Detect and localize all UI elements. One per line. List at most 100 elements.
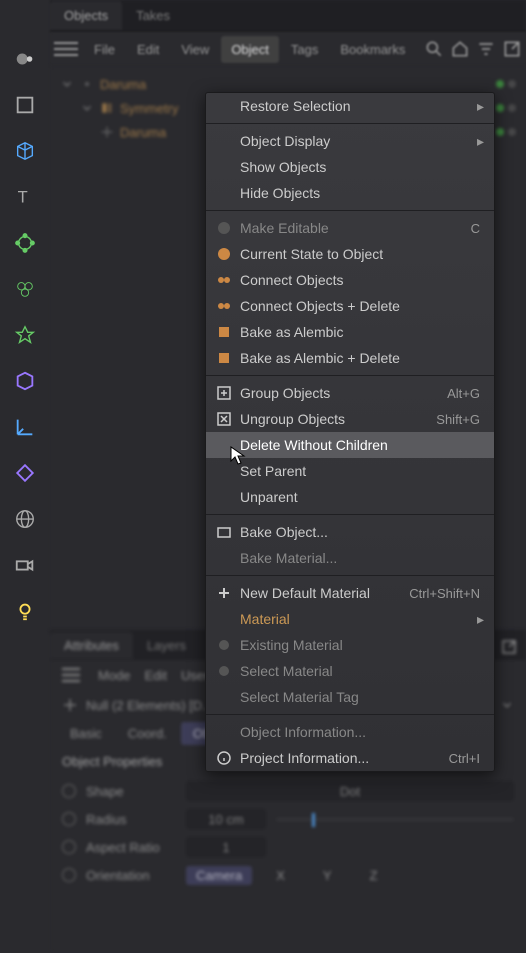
shape-select[interactable]: Dot	[186, 781, 514, 801]
null-icon	[62, 697, 78, 713]
generator-icon[interactable]	[11, 275, 39, 303]
null-icon	[100, 125, 114, 139]
menu-connect[interactable]: Connect Objects	[206, 267, 494, 293]
connect-delete-icon	[216, 298, 232, 314]
menu-file[interactable]: File	[84, 36, 125, 63]
menu-project-info[interactable]: Project Information...Ctrl+I	[206, 745, 494, 771]
prop-label: Aspect Ratio	[86, 840, 176, 855]
menu-bake-object[interactable]: Bake Object...	[206, 519, 494, 545]
prop-radius: Radius 10 cm	[50, 805, 526, 833]
menu-connect-delete[interactable]: Connect Objects + Delete	[206, 293, 494, 319]
axis-icon[interactable]	[11, 413, 39, 441]
hamburger-icon[interactable]	[62, 663, 80, 687]
menu-hide-objects[interactable]: Hide Objects	[206, 180, 494, 206]
menu-material[interactable]: Material▸	[206, 606, 494, 632]
group-icon	[216, 385, 232, 401]
object-menu-dropdown: Restore Selection▸ Object Display▸ Show …	[205, 92, 495, 772]
axis-z[interactable]: Z	[356, 866, 392, 885]
radius-slider[interactable]	[276, 818, 514, 821]
field-icon[interactable]	[11, 367, 39, 395]
globe-icon[interactable]	[11, 505, 39, 533]
light-icon[interactable]	[11, 597, 39, 625]
prop-aspect: Aspect Ratio 1	[50, 833, 526, 861]
spline-icon[interactable]	[11, 459, 39, 487]
menu-tags[interactable]: Tags	[281, 36, 328, 63]
radio-icon[interactable]	[62, 812, 76, 826]
prop-label: Orientation	[86, 868, 176, 883]
text-icon[interactable]: T	[11, 183, 39, 211]
menu-make-editable[interactable]: Make EditableC	[206, 215, 494, 241]
select-rect-icon[interactable]	[11, 91, 39, 119]
popout-icon[interactable]	[502, 39, 522, 59]
orientation-select[interactable]: Camera	[186, 866, 252, 885]
menu-group[interactable]: Group ObjectsAlt+G	[206, 380, 494, 406]
menu-object-display[interactable]: Object Display▸	[206, 128, 494, 154]
alembic-icon	[216, 324, 232, 340]
menu-select-material[interactable]: Select Material	[206, 658, 494, 684]
hamburger-icon[interactable]	[54, 37, 78, 61]
plus-icon	[216, 585, 232, 601]
menu-view[interactable]: View	[171, 36, 219, 63]
menu-select-material-tag[interactable]: Select Material Tag	[206, 684, 494, 710]
prop-shape: Shape Dot	[50, 777, 526, 805]
menu-bake-alembic-delete[interactable]: Bake as Alembic + Delete	[206, 345, 494, 371]
menu-bake-material[interactable]: Bake Material...	[206, 545, 494, 571]
radio-icon[interactable]	[62, 784, 76, 798]
prop-orientation: Orientation Camera X Y Z	[50, 861, 526, 889]
menu-unparent[interactable]: Unparent	[206, 484, 494, 510]
search-icon[interactable]	[424, 39, 444, 59]
popout-icon[interactable]	[500, 638, 518, 656]
prop-label: Radius	[86, 812, 176, 827]
edit-label[interactable]: Edit	[145, 668, 167, 683]
menu-current-state[interactable]: Current State to Object	[206, 241, 494, 267]
axis-y[interactable]: Y	[309, 866, 346, 885]
symmetry-icon	[100, 101, 114, 115]
subtab-coord[interactable]: Coord.	[116, 722, 179, 745]
panel-tabs: Objects Takes	[50, 0, 526, 32]
subtab-basic[interactable]: Basic	[58, 722, 114, 745]
editable-icon	[216, 220, 232, 236]
menu-delete-without-children[interactable]: Delete Without Children	[206, 432, 494, 458]
alembic-delete-icon	[216, 350, 232, 366]
radio-icon[interactable]	[62, 840, 76, 854]
menu-object-info[interactable]: Object Information...	[206, 719, 494, 745]
menu-set-parent[interactable]: Set Parent	[206, 458, 494, 484]
menu-existing-material[interactable]: Existing Material	[206, 632, 494, 658]
radius-input[interactable]: 10 cm	[186, 809, 266, 829]
aspect-input[interactable]: 1	[186, 837, 266, 857]
menu-edit[interactable]: Edit	[127, 36, 169, 63]
radio-icon[interactable]	[62, 868, 76, 882]
connect-icon	[216, 272, 232, 288]
chevron-down-icon[interactable]	[500, 698, 514, 712]
menu-restore-selection[interactable]: Restore Selection▸	[206, 93, 494, 119]
mode-label[interactable]: Mode	[98, 668, 131, 683]
home-icon[interactable]	[450, 39, 470, 59]
tree-item-label: Symmetry	[120, 101, 179, 116]
menu-ungroup[interactable]: Ungroup ObjectsShift+G	[206, 406, 494, 432]
deformer-icon[interactable]	[11, 229, 39, 257]
filter-icon[interactable]	[476, 39, 496, 59]
axis-x[interactable]: X	[262, 866, 299, 885]
cube-icon[interactable]	[11, 137, 39, 165]
prop-label: Shape	[86, 784, 176, 799]
tab-takes[interactable]: Takes	[122, 1, 184, 30]
expand-icon[interactable]	[80, 101, 94, 115]
state-icon	[216, 246, 232, 262]
tab-objects[interactable]: Objects	[50, 1, 122, 30]
bake-icon	[216, 524, 232, 540]
null-label: Null (2 Elements) [D...	[86, 698, 213, 713]
camera-icon[interactable]	[11, 551, 39, 579]
tab-attributes[interactable]: Attributes	[50, 632, 133, 659]
effector-icon[interactable]	[11, 321, 39, 349]
expand-icon[interactable]	[60, 77, 74, 91]
tree-item-label: Daruma	[120, 125, 166, 140]
menu-bookmarks[interactable]: Bookmarks	[330, 36, 415, 63]
menu-new-default-material[interactable]: New Default MaterialCtrl+Shift+N	[206, 580, 494, 606]
menu-object[interactable]: Object	[221, 36, 279, 63]
menu-bake-alembic[interactable]: Bake as Alembic	[206, 319, 494, 345]
info-icon	[216, 750, 232, 766]
sphere-icon	[216, 663, 232, 679]
tab-layers[interactable]: Layers	[133, 632, 200, 659]
svg-text:T: T	[18, 189, 28, 207]
menu-show-objects[interactable]: Show Objects	[206, 154, 494, 180]
